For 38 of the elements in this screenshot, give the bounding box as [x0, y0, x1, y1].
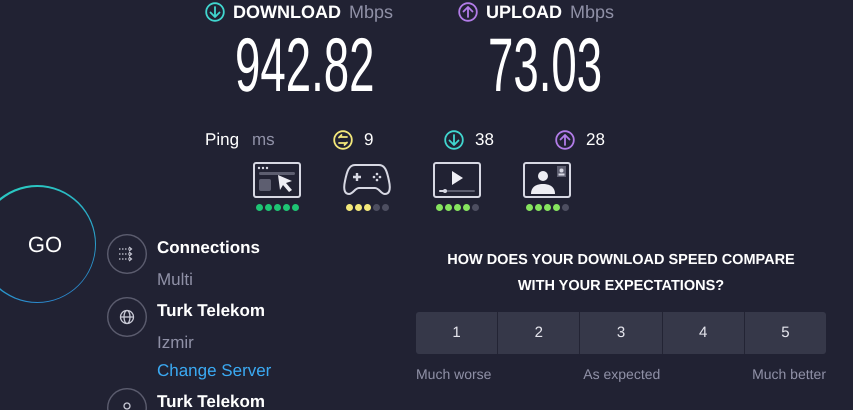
- ping-value: 38: [475, 129, 494, 152]
- scale-label: As expected: [583, 365, 660, 384]
- unit-label: Mbps: [570, 3, 614, 21]
- ping-value: 9: [364, 129, 374, 152]
- unit-label: Mbps: [348, 3, 393, 21]
- survey-question: HOW DOES YOUR DOWNLOAD SPEED COMPARE WITH YOUR EXPECTATIONS?: [446, 251, 796, 296]
- upload-icon: [458, 2, 478, 22]
- go-button[interactable]: GO: [0, 186, 94, 302]
- browser-window-icon: [253, 162, 301, 198]
- scale-label: Much worse: [416, 365, 492, 384]
- speed-value: 942.82: [235, 28, 374, 104]
- rating-option[interactable]: 2: [498, 312, 580, 354]
- rating-option[interactable]: 1: [416, 312, 498, 354]
- rating-option[interactable]: 5: [744, 312, 826, 354]
- detail-title: Turk Telekom: [157, 391, 266, 410]
- upload-icon: [555, 130, 575, 150]
- speed-label: DOWNLOAD: [233, 3, 341, 21]
- ping-value: 28: [586, 129, 605, 152]
- gamepad-icon: [343, 162, 391, 198]
- detail-subtitle: Izmir: [157, 332, 195, 354]
- video-call-icon: [523, 162, 571, 198]
- speed-value: 73.03: [488, 28, 602, 104]
- detail-title: Turk Telekom: [157, 300, 266, 322]
- detail-title: Connections: [157, 237, 260, 259]
- rating-option[interactable]: 3: [580, 312, 662, 354]
- globe-icon: [107, 297, 147, 337]
- scale-label: Much better: [752, 365, 826, 384]
- exchange-icon: [333, 130, 353, 150]
- download-icon: [444, 130, 464, 150]
- unit-label: ms: [252, 129, 276, 152]
- rating-option[interactable]: 4: [662, 312, 744, 354]
- speed-label: UPLOAD: [486, 3, 562, 21]
- connections-icon: [107, 234, 147, 274]
- video-player-icon: [433, 162, 481, 198]
- change-server-link[interactable]: Change Server: [157, 360, 272, 382]
- download-icon: [205, 2, 225, 22]
- detail-subtitle: Multi: [157, 269, 194, 291]
- ping-label: Ping: [205, 129, 240, 152]
